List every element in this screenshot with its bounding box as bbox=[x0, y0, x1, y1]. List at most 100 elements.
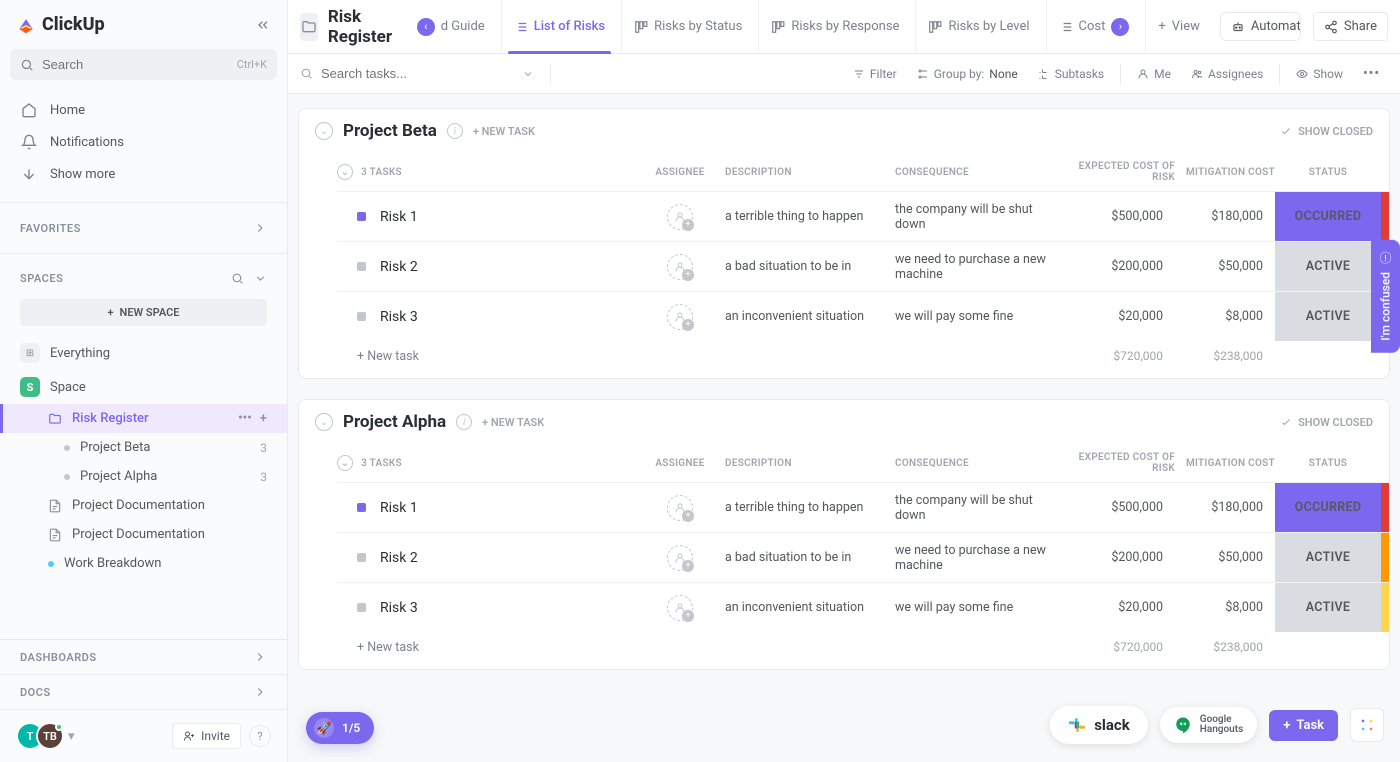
status-cell[interactable]: ACTIVE bbox=[1275, 533, 1381, 582]
status-cell[interactable]: ACTIVE bbox=[1275, 583, 1381, 632]
col-header-description[interactable]: DESCRIPTION bbox=[725, 167, 895, 178]
assign-button[interactable]: + bbox=[667, 595, 693, 621]
nav-show-more[interactable]: Show more bbox=[10, 158, 277, 190]
subtasks-button[interactable]: Subtasks bbox=[1030, 63, 1112, 85]
hangouts-chip[interactable]: GoogleHangouts bbox=[1160, 707, 1257, 743]
col-header-mitigation[interactable]: MITIGATION COST bbox=[1175, 167, 1275, 178]
col-header-consequence[interactable]: CONSEQUENCE bbox=[895, 167, 1055, 178]
search-spaces-icon[interactable] bbox=[231, 272, 244, 285]
add-view-button[interactable]: + View bbox=[1145, 0, 1212, 54]
col-header-assignee[interactable]: ASSIGNEE bbox=[635, 458, 725, 469]
col-header-status[interactable]: STATUS bbox=[1275, 458, 1381, 469]
info-icon[interactable]: i bbox=[447, 123, 463, 139]
more-icon[interactable]: ••• bbox=[238, 411, 252, 426]
confused-tab[interactable]: I'm confused ⓘ bbox=[1371, 240, 1400, 353]
sidebar-risk-register[interactable]: Risk Register ••• + bbox=[0, 404, 287, 433]
show-closed-toggle[interactable]: SHOW CLOSED bbox=[1280, 416, 1373, 429]
dashboards-section[interactable]: DASHBOARDS bbox=[0, 640, 287, 674]
task-search[interactable] bbox=[300, 66, 510, 81]
chevron-left-icon[interactable]: ‹ bbox=[417, 18, 435, 36]
tab-guide[interactable]: ‹ d Guide bbox=[405, 0, 497, 54]
folder-icon[interactable] bbox=[300, 13, 318, 41]
new-task-button[interactable]: + Task bbox=[1269, 710, 1338, 741]
collapse-tasks-button[interactable]: ⌄ bbox=[337, 164, 353, 180]
col-header-assignee[interactable]: ASSIGNEE bbox=[635, 167, 725, 178]
favorites-section[interactable]: FAVORITES bbox=[0, 211, 287, 245]
nav-notifications[interactable]: Notifications bbox=[10, 126, 277, 158]
col-header-cost[interactable]: EXPECTED COST OF RISK bbox=[1055, 452, 1175, 474]
plus-icon[interactable]: + bbox=[260, 411, 267, 426]
docs-section[interactable]: DOCS bbox=[0, 675, 287, 709]
help-button[interactable]: ? bbox=[249, 725, 271, 747]
task-row[interactable]: Risk 3 + an inconvenient situation we wi… bbox=[337, 582, 1389, 632]
chevron-right-icon[interactable]: › bbox=[1111, 18, 1129, 36]
new-task-link[interactable]: + NEW TASK bbox=[473, 125, 535, 138]
chevron-down-icon[interactable] bbox=[254, 272, 267, 285]
sidebar-project-alpha[interactable]: Project Alpha 3 bbox=[0, 462, 287, 491]
show-button[interactable]: Show bbox=[1288, 63, 1351, 85]
collapse-sidebar-icon[interactable] bbox=[255, 17, 271, 33]
search-dropdown[interactable] bbox=[514, 68, 542, 80]
assign-button[interactable]: + bbox=[667, 254, 693, 280]
task-row[interactable]: Risk 2 + a bad situation to be in we nee… bbox=[337, 532, 1389, 582]
status-square-icon[interactable] bbox=[357, 262, 366, 271]
task-row[interactable]: Risk 3 + an inconvenient situation we wi… bbox=[337, 291, 1389, 341]
col-header-status[interactable]: STATUS bbox=[1275, 167, 1381, 178]
task-row[interactable]: Risk 1 + a terrible thing to happen the … bbox=[337, 191, 1389, 241]
me-button[interactable]: Me bbox=[1129, 63, 1179, 85]
share-button[interactable]: Share bbox=[1313, 12, 1388, 41]
col-header-cost[interactable]: EXPECTED COST OF RISK bbox=[1055, 161, 1175, 183]
new-task-row[interactable]: + New task bbox=[357, 640, 635, 655]
col-header-consequence[interactable]: CONSEQUENCE bbox=[895, 458, 1055, 469]
collapse-tasks-button[interactable]: ⌄ bbox=[337, 455, 353, 471]
task-row[interactable]: Risk 1 + a terrible thing to happen the … bbox=[337, 482, 1389, 532]
status-cell[interactable]: ACTIVE bbox=[1275, 292, 1381, 341]
sidebar-everything[interactable]: ⊞ Everything bbox=[0, 336, 287, 370]
show-closed-toggle[interactable]: SHOW CLOSED bbox=[1280, 125, 1373, 138]
avatar-stack[interactable]: T TB ▾ bbox=[16, 722, 75, 750]
spaces-section[interactable]: SPACES bbox=[0, 262, 287, 295]
sidebar-work-breakdown[interactable]: Work Breakdown bbox=[0, 549, 287, 578]
automate-button[interactable]: Automate bbox=[1221, 13, 1301, 40]
sidebar-search-input[interactable] bbox=[42, 57, 237, 72]
task-search-input[interactable] bbox=[321, 66, 510, 81]
assign-button[interactable]: + bbox=[667, 545, 693, 571]
new-task-link[interactable]: + NEW TASK bbox=[482, 416, 544, 429]
task-row[interactable]: Risk 2 + a bad situation to be in we nee… bbox=[337, 241, 1389, 291]
assign-button[interactable]: + bbox=[667, 204, 693, 230]
tab-risks-by-level[interactable]: Risks by Level bbox=[915, 0, 1041, 54]
sidebar-space[interactable]: S Space bbox=[0, 370, 287, 404]
assign-button[interactable]: + bbox=[667, 495, 693, 521]
tab-cost[interactable]: Cost › bbox=[1046, 0, 1142, 54]
tab-list-of-risks[interactable]: List of Risks bbox=[501, 0, 617, 54]
sidebar-search[interactable]: Ctrl+K bbox=[10, 49, 277, 80]
status-cell[interactable]: OCCURRED bbox=[1275, 483, 1381, 532]
status-cell[interactable]: ACTIVE bbox=[1275, 242, 1381, 291]
status-cell[interactable]: OCCURRED bbox=[1275, 192, 1381, 241]
logo[interactable]: ClickUp bbox=[16, 14, 105, 35]
more-options[interactable]: ••• bbox=[1355, 62, 1388, 85]
collapse-group-button[interactable]: ⌄ bbox=[315, 413, 333, 431]
col-header-mitigation[interactable]: MITIGATION COST bbox=[1175, 458, 1275, 469]
groupby-button[interactable]: Group by: None bbox=[909, 63, 1026, 85]
assignees-button[interactable]: Assignees bbox=[1183, 63, 1271, 85]
filter-button[interactable]: Filter bbox=[845, 63, 905, 85]
sidebar-project-beta[interactable]: Project Beta 3 bbox=[0, 433, 287, 462]
info-icon[interactable]: i bbox=[456, 414, 472, 430]
sidebar-project-doc-1[interactable]: Project Documentation bbox=[0, 491, 287, 520]
nav-home[interactable]: Home bbox=[10, 94, 277, 126]
new-task-row[interactable]: + New task bbox=[357, 349, 635, 364]
slack-chip[interactable]: slack bbox=[1050, 706, 1148, 744]
status-square-icon[interactable] bbox=[357, 603, 366, 612]
tab-risks-by-response[interactable]: Risks by Response bbox=[758, 0, 911, 54]
apps-button[interactable] bbox=[1350, 708, 1384, 742]
status-square-icon[interactable] bbox=[357, 212, 366, 221]
status-square-icon[interactable] bbox=[357, 503, 366, 512]
col-header-description[interactable]: DESCRIPTION bbox=[725, 458, 895, 469]
chevron-down-icon[interactable]: ▾ bbox=[68, 729, 75, 744]
new-space-button[interactable]: + NEW SPACE bbox=[20, 299, 267, 326]
status-square-icon[interactable] bbox=[357, 312, 366, 321]
assign-button[interactable]: + bbox=[667, 304, 693, 330]
onboarding-pill[interactable]: 🚀 1/5 bbox=[306, 712, 374, 744]
tab-risks-by-status[interactable]: Risks by Status bbox=[621, 0, 754, 54]
